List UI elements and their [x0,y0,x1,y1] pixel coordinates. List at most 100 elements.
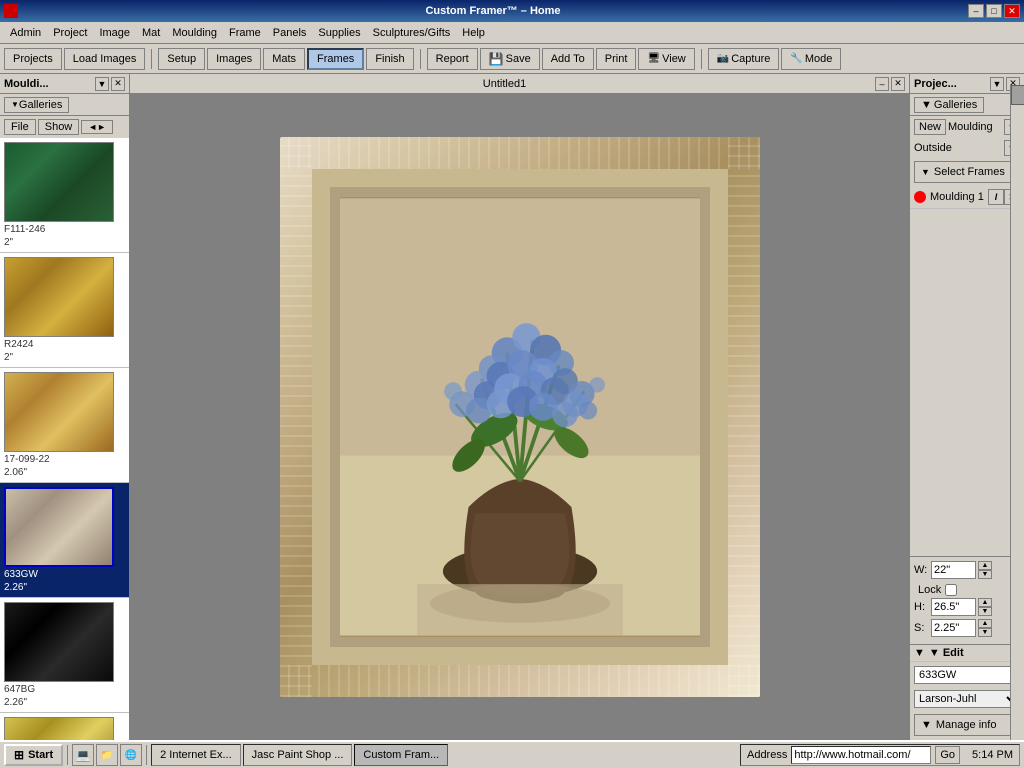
new-btn[interactable]: New [914,119,946,135]
menu-item-help[interactable]: Help [456,25,491,41]
show-btn[interactable]: Show [38,119,80,135]
size-label: S: [914,622,929,634]
nav-btn[interactable]: ◄► [81,120,113,134]
taskbar-paint-shop[interactable]: Jasc Paint Shop ... [243,744,353,766]
close-btn[interactable]: ✕ [1004,4,1020,18]
print-button[interactable]: Print [596,48,637,70]
list-item[interactable]: 17-099-22 2.06" [0,368,129,483]
right-galleries-dropdown[interactable]: ▼ Galleries [914,97,984,113]
left-panel-close-btn[interactable]: ✕ [111,77,125,91]
list-item[interactable]: F111-246 2" [0,138,129,253]
height-input[interactable] [931,598,976,616]
view-button[interactable]: 🖥 View [638,48,694,70]
moulding-edit-btn[interactable]: I [988,189,1004,205]
height-up-btn[interactable]: ▲ [978,598,992,607]
mat-area [312,169,728,665]
size-up-btn[interactable]: ▲ [978,619,992,628]
size-down-btn[interactable]: ▼ [978,628,992,637]
moulding-size: 2.06" [4,467,125,478]
taskbar: ⊞ Start 💻 📁 🌐 2 Internet Ex... Jasc Pain… [0,740,1024,768]
right-panel-header: Projec... ▼ ✕ [910,74,1024,94]
list-item[interactable] [0,713,129,740]
manage-info-button[interactable]: ▼ Manage info [914,714,1020,736]
list-item[interactable]: 633GW 2.26" [0,483,129,598]
width-up-btn[interactable]: ▲ [978,561,992,570]
width-label: W: [914,564,929,576]
doc-minimize-btn[interactable]: – [875,77,889,91]
moulding-code: F111-246 [4,224,125,235]
moulding-type-label: Moulding [948,121,1002,133]
finish-button[interactable]: Finish [366,48,413,70]
moulding-code: 647BG [4,684,125,695]
height-stepper: ▲ ▼ [978,598,992,616]
left-gallery-header: ▼ Galleries [0,94,129,116]
mode-button[interactable]: 🔧 Mode [781,48,841,70]
edit-label: ▼ Edit [929,647,964,659]
start-button[interactable]: ⊞ Start [4,744,63,766]
menu-item-moulding[interactable]: Moulding [166,25,223,41]
taskbar-custom-framer[interactable]: Custom Fram... [354,744,448,766]
windows-icon: ⊞ [14,748,24,762]
select-frames-button[interactable]: ▼ Select Frames [914,161,1020,183]
taskbar-system-tray: Address Go 5:14 PM [740,744,1020,766]
address-bar[interactable] [791,746,931,764]
images-button[interactable]: Images [207,48,261,70]
right-panel-expand-btn[interactable]: ▼ [990,77,1004,91]
menu-item-project[interactable]: Project [47,25,93,41]
list-item[interactable]: R2424 2" [0,253,129,368]
menu-item-mat[interactable]: Mat [136,25,166,41]
doc-title: Untitled1 [134,78,875,90]
go-button[interactable]: Go [935,746,960,764]
quick-launch-1[interactable]: 💻 [72,744,94,766]
document-title-bar: Untitled1 – ✕ [130,74,909,94]
report-button[interactable]: Report [427,48,478,70]
menu-item-image[interactable]: Image [93,25,136,41]
moulding-size: 2.26" [4,582,125,593]
size-input[interactable] [931,619,976,637]
moulding-swatch [4,372,114,452]
minimize-btn[interactable]: – [968,4,984,18]
moulding-code: R2424 [4,339,125,350]
quick-launch-3[interactable]: 🌐 [120,744,142,766]
gallery-toolbar: File Show ◄► [0,116,129,138]
height-down-btn[interactable]: ▼ [978,607,992,616]
main-area: Mouldi... ▼ ✕ ▼ Galleries File Show ◄► F… [0,74,1024,740]
menu-item-admin[interactable]: Admin [4,25,47,41]
left-panel-expand-btn[interactable]: ▼ [95,77,109,91]
load-images-button[interactable]: Load Images [64,48,146,70]
menu-item-sculptures[interactable]: Sculptures/Gifts [367,25,457,41]
menu-item-frame[interactable]: Frame [223,25,267,41]
projects-button[interactable]: Projects [4,48,62,70]
moulding-scrollbar[interactable] [1010,85,1024,740]
mode-icon: 🔧 [790,53,802,64]
vendor-select[interactable]: Larson-Juhl [914,690,1020,708]
capture-button[interactable]: 📷 Capture [708,48,780,70]
galleries-dropdown-btn[interactable]: ▼ Galleries [4,97,69,113]
frames-button[interactable]: Frames [307,48,364,70]
doc-close-btn[interactable]: ✕ [891,77,905,91]
frame-preview [280,137,760,697]
quick-launch-2[interactable]: 📁 [96,744,118,766]
view-icon: 🖥 [647,53,660,64]
mats-button[interactable]: Mats [263,48,305,70]
file-btn[interactable]: File [4,119,36,135]
taskbar-internet-explorer[interactable]: 2 Internet Ex... [151,744,241,766]
save-button[interactable]: 💾 Save [480,48,540,70]
setup-button[interactable]: Setup [158,48,205,70]
menu-item-panels[interactable]: Panels [267,25,313,41]
moulding-size: 2" [4,352,125,363]
maximize-btn[interactable]: □ [986,4,1002,18]
left-panel-header: Mouldi... ▼ ✕ [0,74,129,94]
add-to-button[interactable]: Add To [542,48,594,70]
width-down-btn[interactable]: ▼ [978,570,992,579]
width-input[interactable] [931,561,976,579]
menu-item-supplies[interactable]: Supplies [312,25,366,41]
artwork-canvas-area [130,94,909,740]
lock-checkbox[interactable] [945,584,957,596]
list-item[interactable]: 647BG 2.26" [0,598,129,713]
system-clock: 5:14 PM [972,749,1013,761]
window-controls: – □ ✕ [968,4,1020,18]
frame-decoration-top [280,137,760,169]
height-row: H: ▲ ▼ [914,598,1020,616]
moulding-code: 17-099-22 [4,454,125,465]
